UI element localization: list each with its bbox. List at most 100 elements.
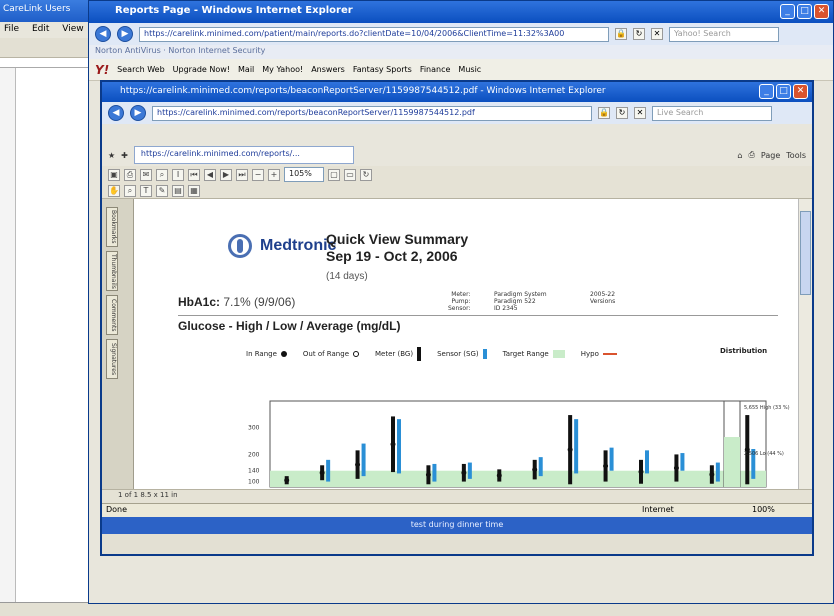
refresh-icon[interactable]: ↻ [616, 107, 628, 119]
scroll-thumb[interactable] [800, 211, 811, 295]
meter-avg-dot [603, 463, 609, 469]
hand-tool-icon[interactable]: ✋ [108, 184, 120, 197]
minimize-icon[interactable]: _ [759, 84, 774, 99]
search-icon[interactable]: ⌕ [156, 168, 168, 181]
yahoo-upgrade[interactable]: Upgrade Now! [173, 65, 230, 74]
print-icon[interactable]: ⎙ [749, 150, 755, 160]
menu-file[interactable]: File [4, 24, 19, 34]
ie-popup-title: https://carelink.minimed.com/reports/bea… [102, 82, 812, 102]
forward-icon[interactable]: ▶ [117, 26, 133, 42]
glucose-title: Glucose - High / Low / Average (mg/dL) [178, 319, 401, 333]
close-icon[interactable]: ✕ [814, 4, 829, 19]
comment-icon[interactable]: ✎ [156, 184, 168, 197]
print-icon[interactable]: ⎙ [124, 168, 136, 181]
search-input[interactable]: Yahoo! Search [669, 26, 779, 42]
zoom-tool-icon[interactable]: ⌕ [124, 184, 136, 197]
links-bar[interactable]: Norton AntiVirus · Norton Internet Secur… [89, 45, 833, 59]
maximize-icon[interactable]: □ [797, 4, 812, 19]
yahoo-music[interactable]: Music [458, 65, 481, 74]
select-icon[interactable]: I [172, 168, 184, 181]
device-labels: Meter: Pump: Sensor: [448, 291, 470, 312]
add-favorites-icon[interactable]: ✚ [121, 151, 128, 160]
report-date-range: Sep 19 - Oct 2, 2006 [326, 248, 458, 264]
back-icon[interactable]: ◀ [108, 105, 124, 121]
popup-search-input[interactable]: Live Search [652, 105, 772, 121]
fit-page-icon[interactable]: ▢ [328, 168, 340, 181]
meter-avg-dot [355, 462, 361, 468]
tab-thumbnails[interactable]: Thumbnails [106, 251, 118, 291]
legend-target: Target Range [503, 350, 565, 358]
refresh-icon[interactable]: ↻ [633, 28, 645, 40]
sensor-bar [538, 457, 543, 477]
outer-status-bar [0, 602, 834, 616]
tools-menu[interactable]: Tools [786, 151, 806, 160]
page-menu[interactable]: Page [761, 151, 780, 160]
sensor-label: Sensor: [448, 305, 471, 312]
zoom-field[interactable]: 105% [284, 167, 324, 182]
sensor-bar-icon [482, 349, 487, 359]
pdf-vertical-scrollbar[interactable] [798, 199, 812, 489]
meter-avg-dot [496, 472, 502, 478]
meter-avg-dot [567, 447, 573, 453]
stamp-icon[interactable]: ▦ [188, 184, 200, 197]
next-page-icon[interactable]: ▶ [220, 168, 232, 181]
text-tool-icon[interactable]: T [140, 184, 152, 197]
stop-icon[interactable]: ✕ [634, 107, 646, 119]
first-page-icon[interactable]: ⏮ [188, 168, 200, 181]
tab-pdf[interactable]: https://carelink.minimed.com/reports/... [133, 146, 354, 164]
pump-value: Paradigm 522 [494, 298, 536, 305]
medtronic-logo-icon [228, 234, 252, 258]
distribution-fill [724, 437, 740, 487]
minimize-icon[interactable]: _ [780, 4, 795, 19]
target-range-band [270, 470, 766, 487]
out-of-range-dot-icon [353, 351, 359, 357]
sensor-bar [467, 462, 472, 479]
sensor-bar [361, 443, 366, 477]
yahoo-fantasy[interactable]: Fantasy Sports [353, 65, 412, 74]
rotate-icon[interactable]: ↻ [360, 168, 372, 181]
zoom-out-icon[interactable]: − [252, 168, 264, 181]
yahoo-my-yahoo[interactable]: My Yahoo! [262, 65, 303, 74]
last-page-icon[interactable]: ⏭ [236, 168, 248, 181]
highlight-icon[interactable]: ▤ [172, 184, 184, 197]
legend-hypo-label: Hypo [580, 350, 599, 358]
yahoo-answers[interactable]: Answers [311, 65, 345, 74]
meter-value: Paradigm System [494, 291, 547, 298]
menu-edit[interactable]: Edit [32, 24, 49, 34]
status-done: Done [106, 505, 128, 514]
meter-avg-dot [638, 469, 644, 475]
outer-menu-bar: File Edit View [0, 22, 92, 38]
email-icon[interactable]: ✉ [140, 168, 152, 181]
address-input[interactable]: https://carelink.minimed.com/patient/mai… [139, 26, 609, 42]
yahoo-search-web[interactable]: Search Web [117, 65, 164, 74]
tab-comments[interactable]: Comments [106, 295, 118, 335]
status-zoom[interactable]: 100% [752, 505, 775, 514]
menu-view[interactable]: View [62, 24, 83, 34]
tab-bookmarks[interactable]: Bookmarks [106, 207, 118, 247]
zoom-in-icon[interactable]: + [268, 168, 280, 181]
maximize-icon[interactable]: □ [776, 84, 791, 99]
yahoo-finance[interactable]: Finance [420, 65, 451, 74]
pump-label: Pump: [451, 298, 471, 305]
stop-icon[interactable]: ✕ [651, 28, 663, 40]
legend-out-of-range: Out of Range [303, 350, 359, 358]
in-range-dot-icon [280, 351, 287, 357]
popup-address-input[interactable]: https://carelink.minimed.com/reports/bea… [152, 105, 592, 121]
fit-width-icon[interactable]: ▭ [344, 168, 356, 181]
favorites-star-icon[interactable]: ★ [108, 151, 115, 160]
home-icon[interactable]: ⌂ [737, 151, 742, 160]
tab-signatures[interactable]: Signatures [106, 339, 118, 379]
legend-in-range-label: In Range [246, 350, 277, 358]
sensor-bar [645, 450, 649, 474]
yahoo-mail[interactable]: Mail [238, 65, 254, 74]
yahoo-logo[interactable]: Y! [95, 63, 109, 77]
back-icon[interactable]: ◀ [95, 26, 111, 42]
device-values: Paradigm System Paradigm 522 ID 2345 [494, 291, 547, 312]
close-icon[interactable]: ✕ [793, 84, 808, 99]
meter-avg-dot [425, 472, 431, 478]
prev-page-icon[interactable]: ◀ [204, 168, 216, 181]
sensor-bar [574, 419, 579, 474]
legend-in-range: In Range [246, 350, 287, 358]
save-icon[interactable]: ▣ [108, 168, 120, 181]
forward-icon[interactable]: ▶ [130, 105, 146, 121]
